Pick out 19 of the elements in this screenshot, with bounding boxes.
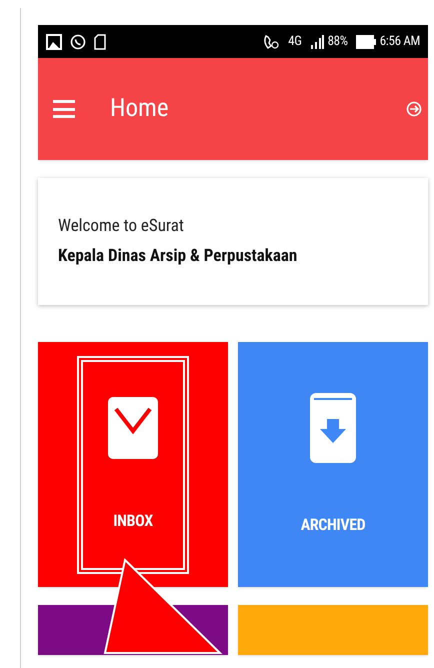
archive-download-icon — [310, 392, 356, 462]
tile-label: INBOX — [113, 510, 153, 532]
network-type: 4G — [288, 32, 302, 51]
phone-icon — [262, 34, 280, 50]
signal-icon — [310, 34, 324, 48]
tile-label: ARCHIVED — [300, 514, 366, 536]
battery-percent: 88% — [328, 32, 348, 51]
menu-tile[interactable]: ARCHIVED — [238, 342, 428, 587]
app-bar-title: Home — [110, 93, 169, 126]
clock-time: 6:56 AM — [380, 32, 420, 51]
sim-card-icon — [94, 34, 106, 50]
welcome-text: Welcome to eSurat — [58, 215, 185, 238]
logout-icon[interactable] — [406, 101, 422, 117]
menu-icon[interactable] — [53, 100, 75, 118]
image-icon — [46, 34, 62, 50]
user-title: Kepala Dinas Arsip & Perpustakaan — [58, 244, 298, 268]
menu-tile[interactable] — [238, 605, 428, 655]
battery-icon — [356, 34, 376, 48]
envelope-icon — [108, 396, 158, 458]
